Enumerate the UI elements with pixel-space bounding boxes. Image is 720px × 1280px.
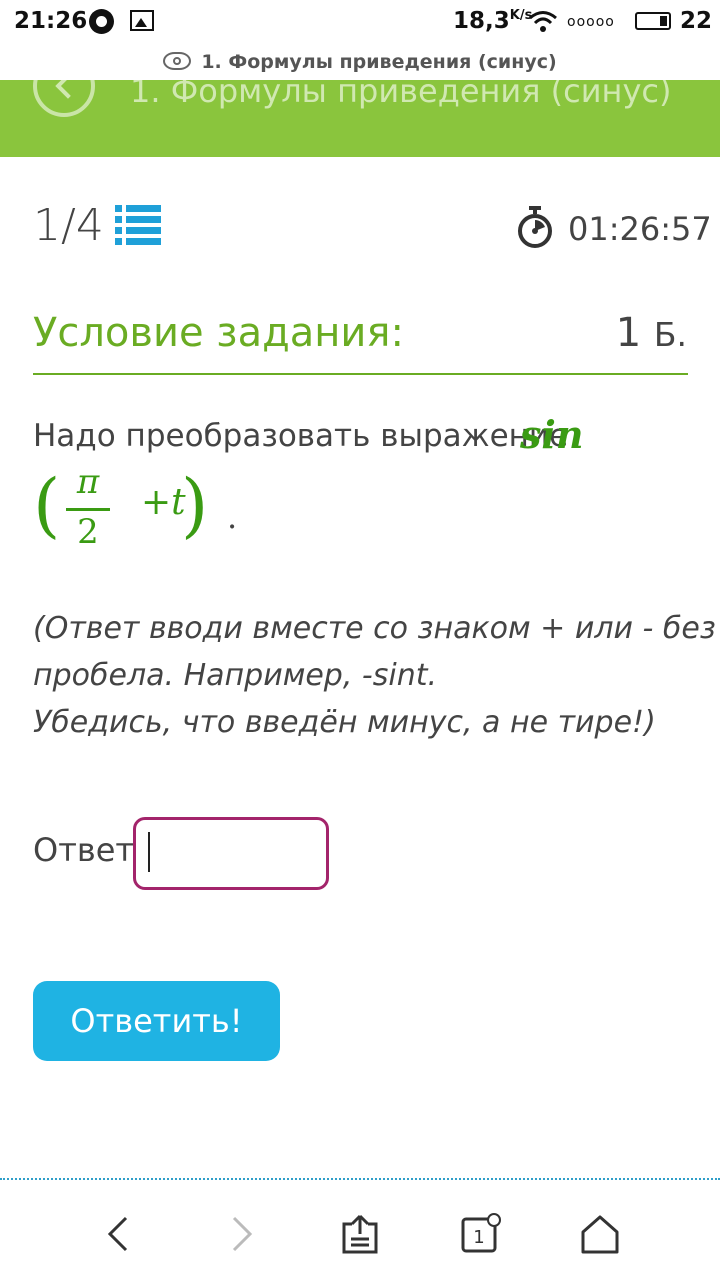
tabs-count: 1 — [473, 1227, 484, 1248]
close-paren: ) — [181, 464, 209, 546]
nav-back-icon[interactable] — [98, 1212, 142, 1256]
math-plus-t: +t — [141, 482, 186, 523]
task-text: Надо преобразовать выражение — [33, 418, 569, 454]
eye-icon — [163, 51, 192, 70]
open-paren: ( — [33, 464, 61, 546]
task-end: . — [227, 498, 238, 536]
fraction-denominator: 2 — [77, 512, 99, 552]
timer-icon — [518, 206, 552, 248]
battery-level: 22 — [680, 8, 713, 34]
back-icon[interactable] — [33, 80, 95, 117]
signal-indicator: ooooo — [567, 14, 615, 30]
url-title: 1. Формулы приведения (синус) — [201, 51, 557, 73]
nav-forward-icon[interactable] — [218, 1212, 262, 1256]
gallery-icon — [130, 10, 154, 31]
bottom-separator — [0, 1178, 720, 1180]
list-icon[interactable] — [115, 204, 161, 246]
condition-points: 1 Б. — [615, 310, 687, 356]
status-bar: 21:26 18,3K/s ooooo 22 — [0, 0, 720, 44]
condition-title: Условие задания: — [33, 310, 404, 356]
share-icon[interactable] — [338, 1212, 382, 1256]
answer-label: Ответ: — [33, 831, 145, 869]
network-speed: 18,3K/s — [453, 8, 533, 34]
math-function: sin — [520, 412, 584, 457]
browser-bottom-nav: 1 — [0, 1182, 720, 1280]
answer-hint: (Ответ вводи вместе со знаком + или - бе… — [33, 611, 716, 740]
whatsapp-icon — [89, 9, 114, 34]
page-header: 1. Формулы приведения (синус) — [0, 80, 720, 157]
text-caret — [148, 832, 150, 872]
fraction-numerator: π — [76, 462, 100, 502]
url-bar[interactable]: 1. Формулы приведения (синус) — [0, 44, 720, 80]
wifi-icon — [529, 11, 557, 32]
submit-button[interactable]: Ответить! — [33, 981, 280, 1061]
fraction-bar — [66, 508, 110, 511]
home-icon[interactable] — [578, 1212, 622, 1256]
status-time: 21:26 — [14, 8, 88, 34]
battery-icon — [635, 12, 671, 30]
answer-input[interactable] — [133, 817, 329, 890]
tabs-icon[interactable]: 1 — [458, 1212, 502, 1256]
divider — [33, 373, 688, 375]
header-title: 1. Формулы приведения (синус) — [130, 80, 672, 110]
timer-value: 01:26:57 — [568, 210, 712, 248]
task-progress: 1/4 — [33, 200, 104, 251]
